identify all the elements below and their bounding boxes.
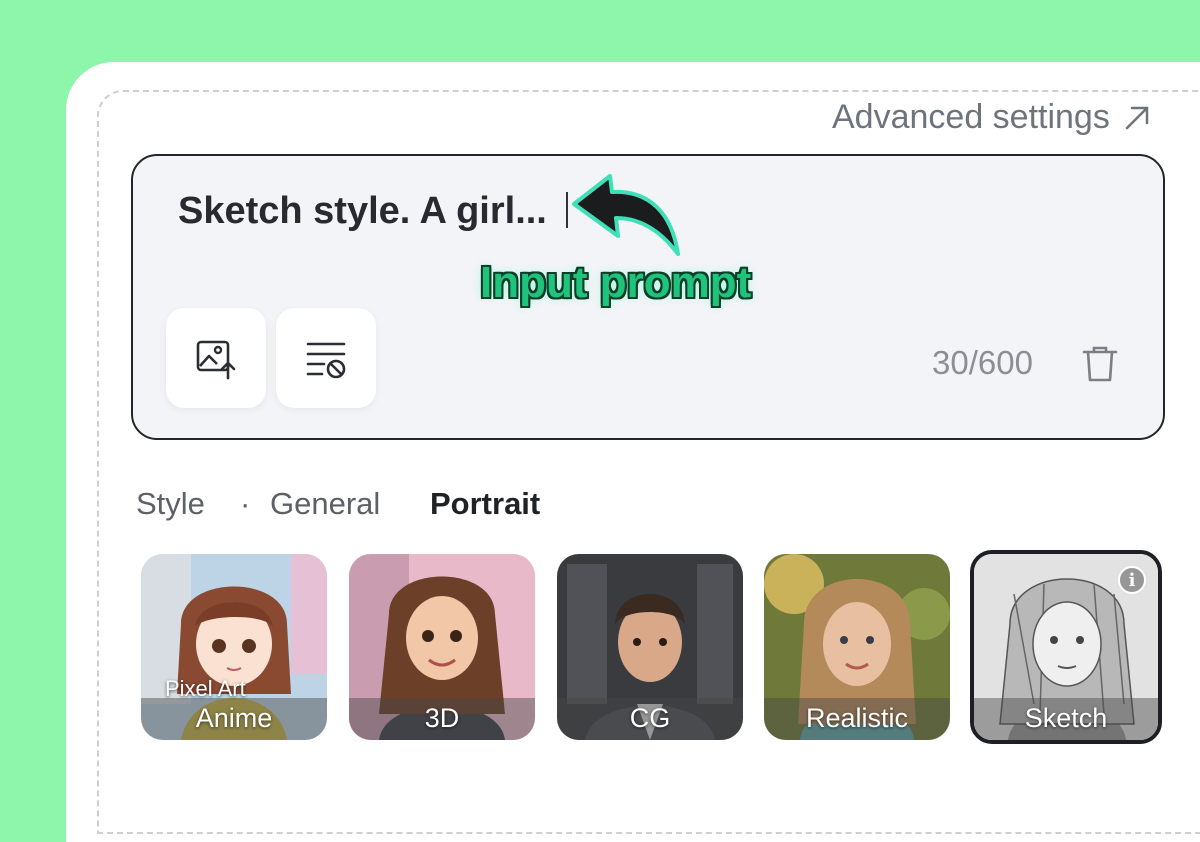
- advanced-settings-link[interactable]: Advanced settings: [832, 98, 1152, 137]
- annotation-label: Input prompt: [480, 258, 752, 307]
- style-card-cg[interactable]: CG: [557, 554, 743, 740]
- style-card-anime[interactable]: Pixel Art Anime: [141, 554, 327, 740]
- style-label: Style: [136, 486, 205, 521]
- card-name: Realistic: [805, 703, 909, 733]
- card-name: 3D: [424, 703, 460, 733]
- negative-prompt-icon: [306, 342, 346, 379]
- info-icon[interactable]: i: [1118, 566, 1146, 594]
- character-counter: 30/600: [932, 344, 1033, 381]
- style-separator: ·: [240, 486, 251, 521]
- card-name: Sketch: [1024, 703, 1108, 733]
- card-name: CG: [629, 703, 671, 733]
- image-upload-button[interactable]: [166, 308, 266, 408]
- advanced-settings-label: Advanced settings: [832, 98, 1110, 136]
- tab-general[interactable]: General: [270, 486, 380, 522]
- style-card-realistic[interactable]: Realistic: [764, 554, 950, 740]
- card-sublabel: Pixel Art: [165, 676, 246, 701]
- card-name: Anime: [195, 703, 273, 733]
- arrow-up-right-icon: [1125, 106, 1149, 129]
- style-card-3d[interactable]: 3D: [349, 554, 535, 740]
- tab-portrait[interactable]: Portrait: [430, 486, 540, 522]
- image-upload-icon: [196, 340, 236, 380]
- prompt-text[interactable]: Sketch style. A girl...: [178, 190, 547, 233]
- trash-icon[interactable]: [1082, 345, 1118, 383]
- negative-prompt-button[interactable]: [276, 308, 376, 408]
- style-card-sketch[interactable]: i Sketch: [970, 550, 1162, 744]
- annotation-arrow-icon: [572, 174, 680, 256]
